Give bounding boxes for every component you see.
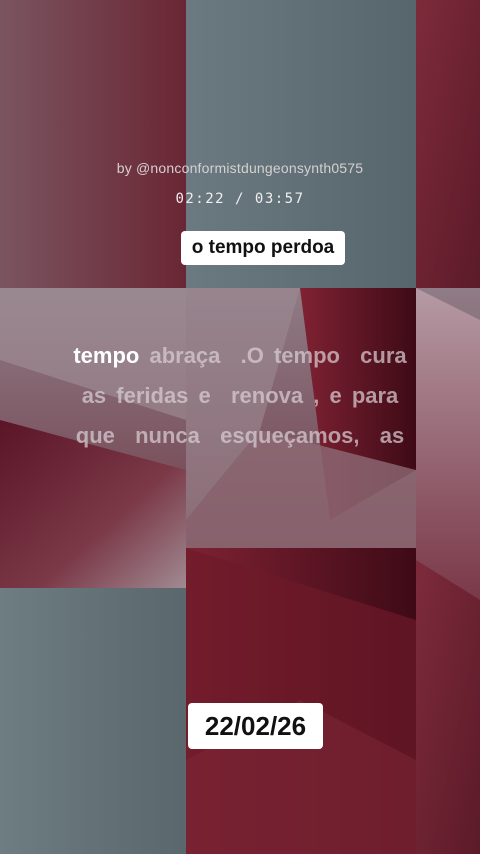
- lyrics-line-1-rest: abraça .O tempo cura: [139, 343, 407, 368]
- lyrics-line-3: que nunca esqueçamos, as: [75, 423, 405, 448]
- song-title-box: o tempo perdoa: [181, 231, 345, 265]
- video-frame: by @nonconformistdungeonsynth0575 02:22 …: [0, 0, 480, 854]
- current-time: 02:22: [175, 191, 226, 207]
- lyrics-line-2: as feridas e renova , e para: [81, 383, 399, 408]
- song-title: o tempo perdoa: [191, 237, 335, 258]
- lyrics-block: tempo abraça .O tempo cura as feridas e …: [30, 336, 450, 456]
- total-time: 03:57: [254, 191, 305, 207]
- date-box: 22/02/26: [188, 703, 323, 749]
- time-separator: /: [225, 191, 255, 207]
- lyrics-active-word: tempo: [73, 343, 140, 368]
- lyrics-line-1: tempo abraça .O tempo cura: [30, 336, 450, 376]
- playback-timecode: 02:22 / 03:57: [0, 191, 480, 207]
- creator-credit: by @nonconformistdungeonsynth0575: [116, 160, 364, 176]
- date-label: 22/02/26: [204, 710, 307, 741]
